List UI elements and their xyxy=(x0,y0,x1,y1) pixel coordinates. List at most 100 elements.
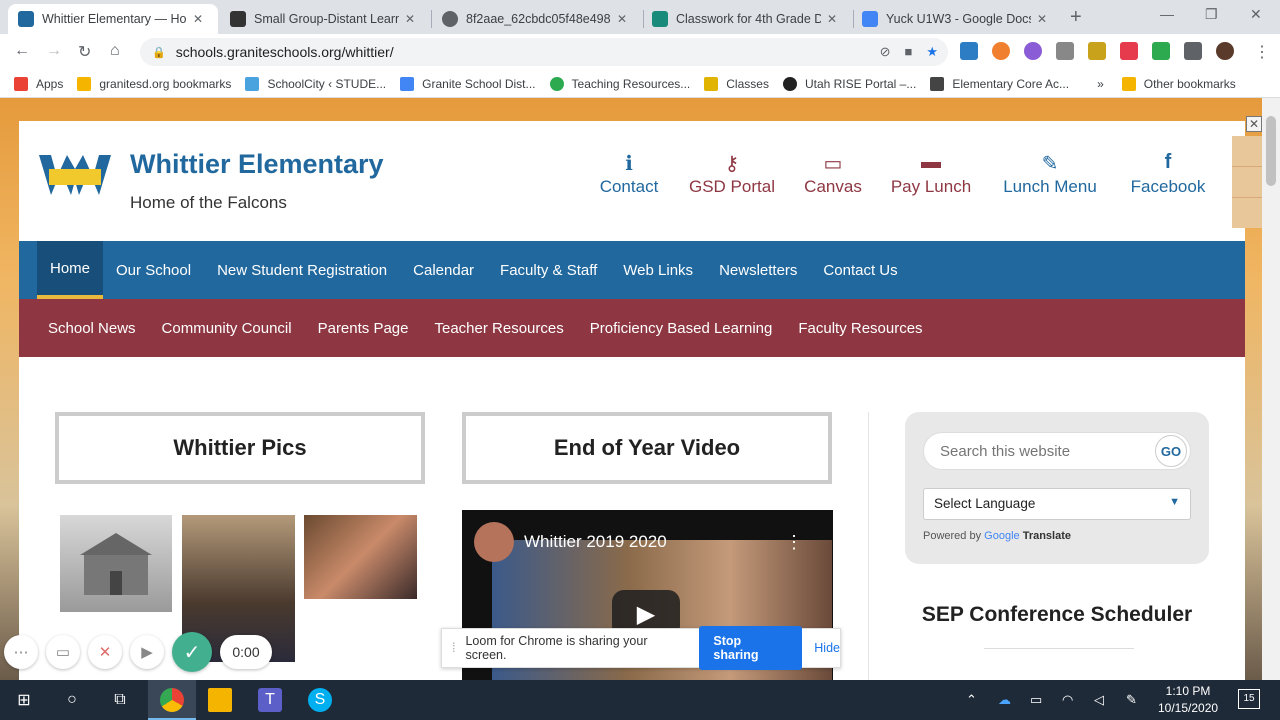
extension-5-icon[interactable] xyxy=(1088,42,1106,60)
back-arrow-icon[interactable]: ← xyxy=(14,42,30,60)
finish-recording-icon[interactable]: ✓ xyxy=(172,632,212,672)
taskbar-chrome-active[interactable] xyxy=(148,680,196,720)
tab-small-group[interactable]: Small Group-Distant Learni ✕ xyxy=(220,4,430,34)
wifi-icon[interactable]: ◠ xyxy=(1062,692,1073,708)
nav-newsletters[interactable]: Newsletters xyxy=(706,241,810,299)
close-icon[interactable]: ✕ xyxy=(827,12,837,26)
bookmark-rise-portal[interactable]: Utah RISE Portal –... xyxy=(782,76,916,91)
close-icon[interactable]: ✕ xyxy=(617,12,627,26)
bookmark-star-icon[interactable]: ★ xyxy=(926,44,938,60)
whittier-pics-heading[interactable]: Whittier Pics xyxy=(55,412,425,484)
extension-6-icon[interactable] xyxy=(1120,42,1138,60)
hide-button[interactable]: Hide xyxy=(814,641,840,655)
tab-google-docs[interactable]: Yuck U1W3 - Google Docs ✕ xyxy=(852,4,1062,34)
school-logo[interactable] xyxy=(37,151,113,203)
video-title[interactable]: Whittier 2019 2020 xyxy=(524,532,667,552)
tab-classwork[interactable]: Classwork for 4th Grade Di ✕ xyxy=(642,4,852,34)
gallery-photo[interactable] xyxy=(60,515,172,612)
side-toolbox-strip[interactable] xyxy=(1232,136,1262,228)
quick-link-facebook[interactable]: f Facebook xyxy=(1125,151,1211,197)
close-icon[interactable]: ✕ xyxy=(405,12,415,26)
bookmark-classes[interactable]: Classes xyxy=(704,76,769,91)
nav-community-council[interactable]: Community Council xyxy=(149,320,305,337)
quick-link-pay-lunch[interactable]: ▬ Pay Lunch xyxy=(887,151,975,197)
quick-link-lunch-menu[interactable]: ✎ Lunch Menu xyxy=(997,151,1103,197)
nav-our-school[interactable]: Our School xyxy=(103,241,204,299)
translate-link[interactable]: Translate xyxy=(1023,530,1071,542)
nav-calendar[interactable]: Calendar xyxy=(400,241,487,299)
bookmark-apps[interactable]: Apps xyxy=(14,76,63,91)
extension-7-icon[interactable] xyxy=(1152,42,1170,60)
bookmark-other[interactable]: Other bookmarks xyxy=(1121,76,1236,91)
bookmark-granitesd[interactable]: granitesd.org bookmarks xyxy=(77,76,231,91)
tray-expand-icon[interactable]: ⌃ xyxy=(966,692,977,708)
task-view-icon[interactable]: ⧉ xyxy=(108,688,132,712)
quick-link-contact[interactable]: ℹ Contact xyxy=(591,151,667,197)
nav-new-student-registration[interactable]: New Student Registration xyxy=(204,241,400,299)
end-of-year-video-heading[interactable]: End of Year Video xyxy=(462,412,832,484)
new-tab-plus-icon[interactable]: + xyxy=(1070,6,1082,29)
battery-icon[interactable]: ▭ xyxy=(1030,692,1042,708)
skype-icon[interactable]: S xyxy=(308,688,332,712)
extension-3-icon[interactable] xyxy=(1024,42,1042,60)
cancel-recording-icon[interactable]: ✕ xyxy=(88,635,122,669)
tab-whittier[interactable]: Whittier Elementary — Home of ✕ xyxy=(8,4,218,34)
nav-parents-page[interactable]: Parents Page xyxy=(305,320,422,337)
close-icon[interactable]: ✕ xyxy=(1037,12,1047,26)
profile-avatar[interactable] xyxy=(1216,42,1234,60)
overlay-close-icon[interactable]: ✕ xyxy=(1246,116,1262,132)
gallery-photo[interactable] xyxy=(304,515,417,599)
search-input[interactable] xyxy=(923,432,1191,470)
address-bar[interactable]: 🔒 schools.graniteschools.org/whittier/ ⊘… xyxy=(140,38,948,66)
page-scrollbar[interactable] xyxy=(1262,98,1280,680)
minimize-icon[interactable]: — xyxy=(1160,6,1174,22)
tab-8f2aae[interactable]: 8f2aae_62cbdc05f48e4986b ✕ xyxy=(432,4,642,34)
video-menu-icon[interactable]: ⋮ xyxy=(785,532,803,553)
quick-link-canvas[interactable]: ▭ Canvas xyxy=(801,151,865,197)
cortana-circle-icon[interactable]: ○ xyxy=(60,688,84,712)
close-icon[interactable]: ✕ xyxy=(193,12,203,26)
stop-sharing-button[interactable]: Stop sharing xyxy=(699,626,803,670)
nav-proficiency-based-learning[interactable]: Proficiency Based Learning xyxy=(577,320,786,337)
kebab-menu-icon[interactable]: ⋮ xyxy=(1254,42,1270,62)
bookmarks-overflow[interactable]: » xyxy=(1097,77,1104,91)
notification-center-icon[interactable]: 15 xyxy=(1238,689,1260,709)
drag-handle-icon[interactable]: ⁞ xyxy=(452,641,455,655)
puzzle-extensions-icon[interactable] xyxy=(1184,42,1202,60)
nav-school-news[interactable]: School News xyxy=(35,320,149,337)
pause-play-icon[interactable]: ▶ xyxy=(130,635,164,669)
restore-icon[interactable]: ❐ xyxy=(1205,6,1218,23)
volume-icon[interactable]: ◁ xyxy=(1094,692,1104,708)
language-select[interactable]: Select Language ▼ xyxy=(923,488,1191,520)
onedrive-icon[interactable]: ☁ xyxy=(998,692,1011,708)
extension-1-icon[interactable] xyxy=(960,42,978,60)
forward-arrow-icon[interactable]: → xyxy=(46,42,62,60)
extension-2-icon[interactable] xyxy=(992,42,1010,60)
bookmark-granite-district[interactable]: Granite School Dist... xyxy=(400,76,536,91)
nav-faculty-resources[interactable]: Faculty Resources xyxy=(785,320,935,337)
quick-link-gsd-portal[interactable]: ⚷ GSD Portal xyxy=(684,151,780,197)
teams-icon[interactable]: T xyxy=(258,688,282,712)
nav-web-links[interactable]: Web Links xyxy=(610,241,706,299)
camera-blocked-icon[interactable]: ⊘ xyxy=(880,44,891,60)
nav-home[interactable]: Home xyxy=(37,241,104,299)
file-explorer-icon[interactable] xyxy=(208,688,232,712)
scrollbar-thumb[interactable] xyxy=(1266,116,1276,186)
pen-workspace-icon[interactable]: ✎ xyxy=(1126,692,1137,708)
search-go-button[interactable]: GO xyxy=(1155,435,1187,467)
bookmark-teaching-resources[interactable]: Teaching Resources... xyxy=(549,76,690,91)
bookmark-schoolcity[interactable]: SchoolCity ‹ STUDE... xyxy=(245,76,386,91)
site-title[interactable]: Whittier Elementary xyxy=(130,149,384,180)
system-clock[interactable]: 1:10 PM 10/15/2020 xyxy=(1158,683,1218,717)
nav-contact-us[interactable]: Contact Us xyxy=(810,241,910,299)
extension-4-icon[interactable] xyxy=(1056,42,1074,60)
more-options-icon[interactable]: ⋯ xyxy=(4,635,38,669)
reload-icon[interactable]: ↻ xyxy=(78,42,91,62)
window-close-icon[interactable]: ✕ xyxy=(1250,6,1262,23)
nav-faculty-staff[interactable]: Faculty & Staff xyxy=(487,241,610,299)
windows-start-icon[interactable]: ⊞ xyxy=(12,688,36,712)
nav-teacher-resources[interactable]: Teacher Resources xyxy=(422,320,577,337)
home-icon[interactable]: ⌂ xyxy=(110,42,120,60)
camera-off-icon[interactable]: ▭ xyxy=(46,635,80,669)
video-icon[interactable]: ■ xyxy=(904,44,912,60)
